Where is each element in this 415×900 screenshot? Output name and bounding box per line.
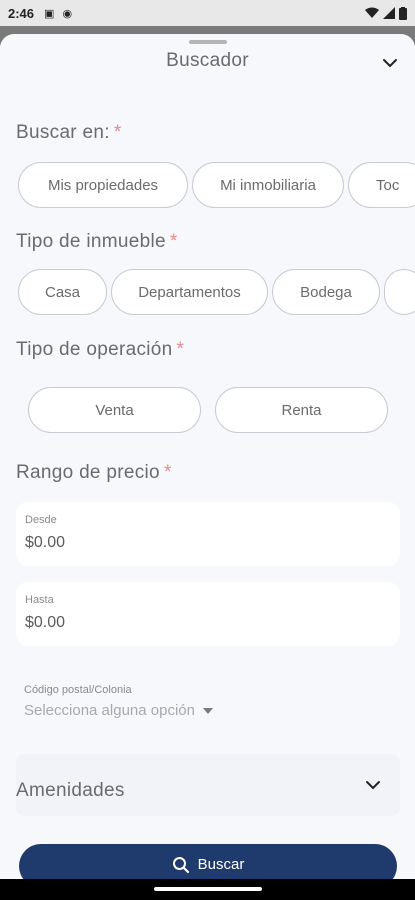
rango-precio-text: Rango de precio: [16, 462, 160, 483]
amenities-expander[interactable]: Amenidades: [16, 754, 400, 816]
postal-code-label: Código postal/Colonia: [24, 684, 132, 696]
price-from-field[interactable]: Desde $0.00: [16, 502, 400, 566]
rango-precio-label: Rango de precio *: [16, 462, 172, 484]
required-mark: *: [113, 122, 122, 143]
buscar-en-chips: Mis propiedades Mi inmobiliaria Toc: [18, 162, 415, 208]
notification-icon: ▣: [44, 7, 55, 20]
home-gesture-pill[interactable]: [154, 887, 262, 891]
postal-code-dropdown[interactable]: Selecciona alguna opción: [24, 702, 213, 719]
required-mark: *: [176, 339, 185, 360]
required-mark: *: [169, 231, 178, 252]
chip-venta[interactable]: Venta: [28, 387, 201, 433]
drag-handle[interactable]: [189, 40, 227, 44]
dropdown-arrow-icon: [202, 707, 213, 714]
chip-casa[interactable]: Casa: [18, 269, 107, 315]
chip-more[interactable]: [384, 269, 415, 315]
chip-mi-inmobiliaria[interactable]: Mi inmobiliaria: [192, 162, 344, 208]
price-to-field[interactable]: Hasta $0.00: [16, 582, 400, 646]
price-from-label: Desde: [25, 514, 57, 526]
system-nav-bar: [0, 879, 415, 900]
tipo-inmueble-text: Tipo de inmueble: [16, 231, 166, 252]
search-sheet: Buscador Buscar en: * Mis propiedades Mi …: [0, 34, 415, 879]
tipo-inmueble-chips: Casa Departamentos Bodega: [18, 269, 415, 315]
price-from-value[interactable]: $0.00: [25, 534, 391, 552]
buscar-en-label: Buscar en: *: [16, 122, 122, 144]
postal-code-placeholder: Selecciona alguna opción: [24, 702, 195, 719]
wifi-icon: [365, 7, 379, 18]
search-button-label: Buscar: [197, 856, 245, 873]
chip-mis-propiedades[interactable]: Mis propiedades: [18, 162, 188, 208]
status-bar: 2:46 ▣ ◉: [0, 0, 415, 26]
sheet-title: Buscador: [166, 50, 249, 71]
tipo-operacion-text: Tipo de operación: [16, 339, 173, 360]
tipo-operacion-chips: Venta Renta: [28, 387, 388, 433]
status-time: 2:46: [8, 5, 35, 21]
tipo-operacion-label: Tipo de operación *: [16, 339, 184, 361]
chip-renta[interactable]: Renta: [215, 387, 388, 433]
location-icon: ◉: [62, 7, 73, 20]
price-to-value[interactable]: $0.00: [25, 614, 391, 632]
postal-code-select[interactable]: Código postal/Colonia Selecciona alguna …: [24, 684, 213, 719]
price-to-label: Hasta: [25, 594, 54, 606]
tipo-inmueble-label: Tipo de inmueble *: [16, 231, 178, 253]
battery-icon: [399, 6, 407, 20]
chevron-down-icon: [366, 781, 380, 790]
buscar-en-text: Buscar en:: [16, 122, 110, 143]
chip-todas[interactable]: Toc: [348, 162, 415, 208]
chip-bodega[interactable]: Bodega: [272, 269, 380, 315]
chevron-down-icon[interactable]: [381, 54, 399, 72]
required-mark: *: [163, 462, 172, 483]
amenities-label: Amenidades: [16, 780, 125, 801]
chip-departamentos[interactable]: Departamentos: [111, 269, 268, 315]
search-icon: [172, 857, 189, 874]
search-button[interactable]: Buscar: [19, 844, 397, 879]
signal-icon: [383, 7, 395, 19]
